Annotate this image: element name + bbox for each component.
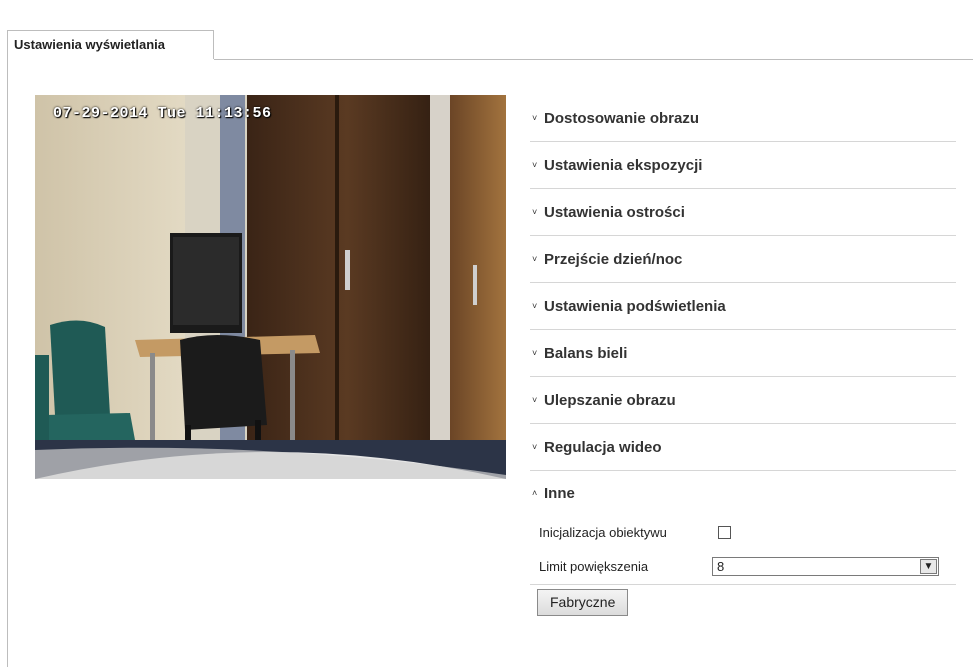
section-exposure-settings[interactable]: ˅ Ustawienia ekspozycji xyxy=(530,142,956,189)
chevron-down-icon: ˅ xyxy=(532,301,538,311)
chevron-down-icon: ˅ xyxy=(532,348,538,358)
tab-display-settings[interactable]: Ustawienia wyświetlania xyxy=(7,30,214,59)
section-label: Przejście dzień/noc xyxy=(544,250,683,268)
section-label: Dostosowanie obrazu xyxy=(544,109,700,127)
section-label: Regulacja wideo xyxy=(544,438,662,456)
chevron-down-icon[interactable]: ▼ xyxy=(920,558,937,574)
camera-scene-image xyxy=(35,95,506,479)
section-image-enhancement[interactable]: ˅ Ulepszanie obrazu xyxy=(530,377,956,424)
section-label: Ulepszanie obrazu xyxy=(544,391,676,409)
chevron-down-icon: ˅ xyxy=(532,254,538,264)
chevron-down-icon: ˅ xyxy=(532,395,538,405)
zoom-limit-value: 8 xyxy=(717,558,725,574)
section-other[interactable]: ˄ Inne xyxy=(530,471,956,515)
tab-bar: Ustawienia wyświetlania xyxy=(0,0,973,60)
divider xyxy=(530,584,956,585)
chevron-down-icon: ˅ xyxy=(532,442,538,452)
chevron-down-icon: ˅ xyxy=(532,113,538,123)
restore-defaults-button[interactable]: Fabryczne xyxy=(537,589,629,616)
zoom-limit-select[interactable]: 8 ▼ xyxy=(712,556,939,576)
section-label: Ustawienia ekspozycji xyxy=(544,156,703,174)
lens-init-row: Inicjalizacja obiektywu xyxy=(530,515,956,549)
zoom-limit-label: Limit powiększenia xyxy=(539,558,649,574)
content-border xyxy=(7,59,8,667)
section-day-night-switch[interactable]: ˅ Przejście dzień/noc xyxy=(530,236,956,283)
section-label: Ustawienia podświetlenia xyxy=(544,297,726,315)
tab-divider xyxy=(214,59,973,60)
zoom-limit-row: Limit powiększenia 8 ▼ xyxy=(530,549,956,583)
section-image-adjustment[interactable]: ˅ Dostosowanie obrazu xyxy=(530,95,956,142)
chevron-down-icon: ˅ xyxy=(532,207,538,217)
video-timestamp-overlay: 07-29-2014 Tue 11:13:56 xyxy=(53,105,272,122)
chevron-up-icon: ˄ xyxy=(532,488,538,498)
settings-panel: ˅ Dostosowanie obrazu ˅ Ustawienia ekspo… xyxy=(530,95,956,616)
lens-init-checkbox[interactable] xyxy=(718,525,731,539)
section-label: Balans bieli xyxy=(544,344,628,362)
section-label: Inne xyxy=(544,484,575,502)
lens-init-label: Inicjalizacja obiektywu xyxy=(539,524,667,540)
section-video-adjustment[interactable]: ˅ Regulacja wideo xyxy=(530,424,956,471)
section-label: Ustawienia ostrości xyxy=(544,203,685,221)
live-video-preview: 07-29-2014 Tue 11:13:56 xyxy=(35,95,506,479)
section-focus-settings[interactable]: ˅ Ustawienia ostrości xyxy=(530,189,956,236)
chevron-down-icon: ˅ xyxy=(532,160,538,170)
section-white-balance[interactable]: ˅ Balans bieli xyxy=(530,330,956,377)
section-backlight-settings[interactable]: ˅ Ustawienia podświetlenia xyxy=(530,283,956,330)
